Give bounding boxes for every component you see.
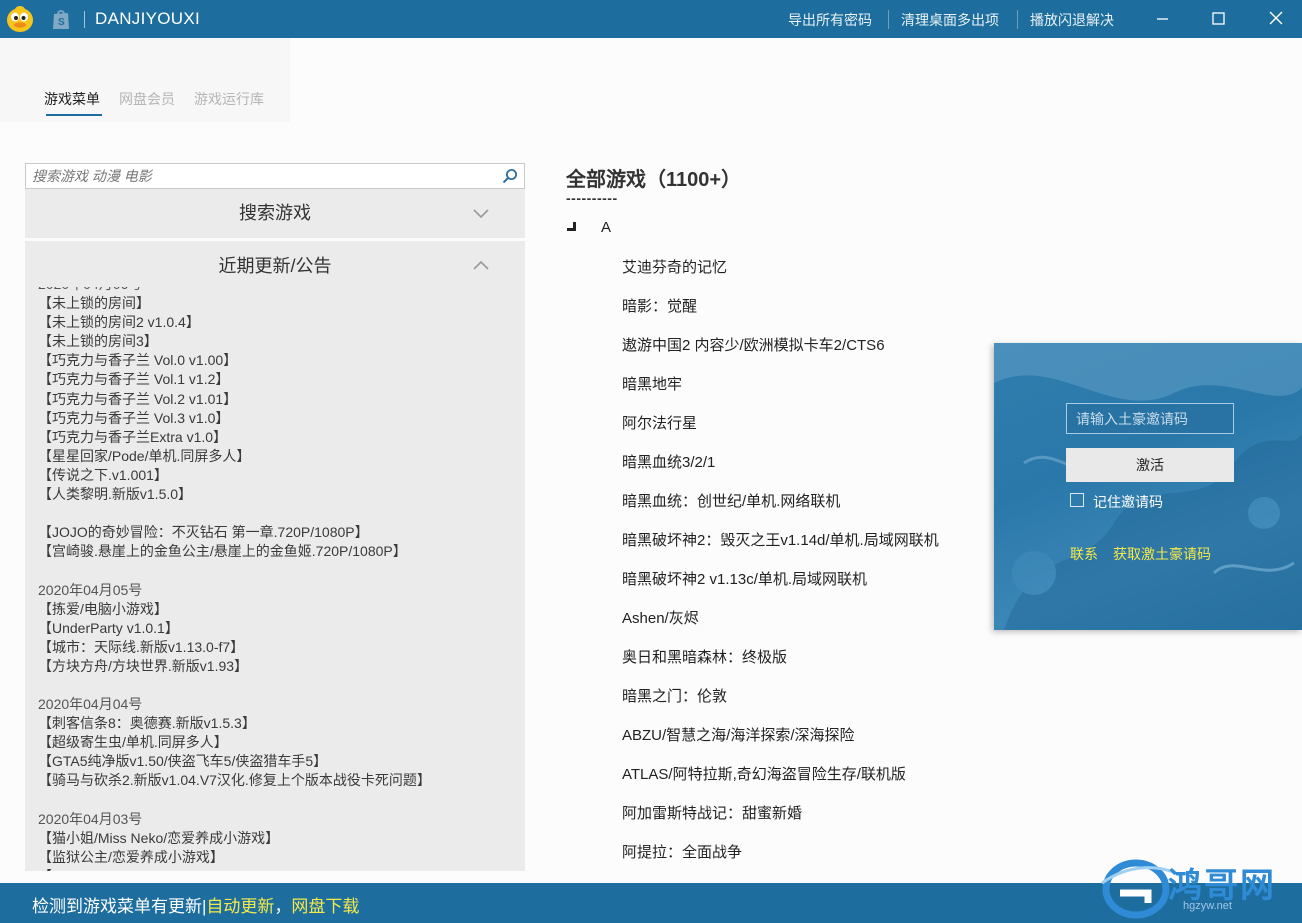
update-date: 2020年04月05号 [38,581,143,598]
game-item[interactable]: 暗黑血统：创世纪/单机.网络联机 [622,490,840,511]
update-item: 【超级寄生虫/单机.同屏多人】 [38,734,228,751]
update-item [38,504,525,523]
update-item: 【星星回家/Pode/单机.同屏多人】 [38,447,251,464]
search-icon[interactable] [502,168,518,184]
update-item: 【宫崎骏.悬崖上的金鱼公主/悬崖上的金鱼姬.720P/1080P】 [38,543,407,560]
auto-update-link[interactable]: 自动更新 [206,897,274,916]
game-item[interactable]: 阿提拉：全面战争 [622,841,742,862]
update-item: 【人类黎明.新版v1.5.0】 [38,486,193,503]
crash-fix-link[interactable]: 播放闪退解决 [1030,10,1114,30]
update-item [38,561,525,580]
search-games-header-label: 搜索游戏 [239,203,311,223]
invite-code-input[interactable] [1066,403,1234,434]
update-item: 【未上锁的房间3】 [38,333,158,350]
anime-background-art [994,343,1302,630]
update-item: 【刺客信条8：奥德赛.新版v1.5.3】 [38,715,256,732]
game-item[interactable]: 暗黑之门：伦敦 [622,685,727,706]
game-item[interactable]: 奥日和黑暗森林：终极版 [622,646,787,667]
updates-list: 2020年04月06号【未上锁的房间】【未上锁的房间2 v1.0.4】【未上锁的… [38,287,525,871]
update-date: 2020年04月06号 [38,287,525,294]
notice-comma: ， [274,897,292,916]
update-item [38,676,525,695]
link-separator [1017,10,1018,29]
get-invite-code-link[interactable]: 获取激土豪请码 [1113,544,1211,564]
update-item: 【未上锁的房间】 [38,295,150,312]
tab-netdisk-member[interactable]: 网盘会员 [119,89,175,109]
tab-runtime-library[interactable]: 游戏运行库 [194,89,264,109]
title-separator [84,11,85,28]
update-item: 【未上锁的房间2 v1.0.4】 [38,314,200,331]
update-item: 【UnderParty v1.0.1】 [38,619,179,636]
updates-panel[interactable]: 2020年04月06号【未上锁的房间】【未上锁的房间2 v1.0.4】【未上锁的… [25,287,525,871]
search-input[interactable] [32,167,492,185]
game-item[interactable]: 遨游中国2 内容少/欧洲模拟卡车2/CTS6 [622,334,885,355]
updates-header[interactable]: 近期更新/公告 [25,241,525,287]
game-item[interactable]: ABZU/智慧之海/海洋探索/深海探险 [622,724,855,745]
watermark-url: hgzyw.net [1183,900,1232,912]
close-icon[interactable] [1262,6,1290,32]
update-item: 【猫小姐/Miss Neko/恋爱养成小游戏】 [38,829,280,846]
activate-button[interactable]: 激活 [1066,448,1234,482]
app-title: DANJIYOUXI [95,9,201,28]
game-item[interactable]: 暗黑地牢 [622,373,682,394]
netdisk-download-link[interactable]: 网盘下载 [291,897,359,916]
shopping-bag-icon: S [53,10,69,29]
clean-desktop-link[interactable]: 清理桌面多出项 [901,10,999,30]
all-games-title: 全部游戏（1100+） [566,169,742,191]
game-item[interactable]: 阿尔法行星 [622,412,697,433]
tab-game-menu[interactable]: 游戏菜单 [44,89,100,109]
game-item[interactable]: Ashen/灰烬 [622,607,699,628]
title-divider: ---------- [566,190,618,206]
chick-logo-icon [7,6,33,32]
remember-code-checkbox[interactable] [1070,493,1084,507]
update-item: 【城市：天际线.新版v1.13.0-f7】 [38,638,245,655]
game-item[interactable]: 暗黑血统3/2/1 [622,451,715,472]
update-item: 【巧克力与香子兰 Vol.1 v1.2】 [38,371,230,388]
active-tab-indicator [46,114,102,116]
update-item: 【巧克力与香子兰Extra v1.0】 [38,428,228,445]
collapse-marker-icon[interactable] [567,222,576,231]
update-item: 【GTA5纯净版v1.50/侠盗飞车5/侠盗猎车手5】 [38,753,328,770]
search-box [25,163,525,189]
update-item: 【传说之下.v1.001】 [38,466,168,483]
contact-link[interactable]: 联系 [1070,544,1098,564]
invite-code-panel: 激活 记住邀请码 联系 获取激土豪请码 [994,343,1302,630]
update-date: 2020年04月03号 [38,810,143,827]
update-item: 【方块方舟/方块世界.新版v1.93】 [38,657,249,674]
minimize-icon[interactable] [1148,6,1176,32]
update-item [38,791,525,810]
update-date: 2020年04月04号 [38,696,143,713]
title-bar: S DANJIYOUXI 导出所有密码 清理桌面多出项 播放闪退解决 [0,0,1302,38]
export-passwords-link[interactable]: 导出所有密码 [788,10,872,30]
update-item: 【巧克力与香子兰 Vol.3 v1.0】 [38,409,230,426]
update-item: 【巧克力与香子兰 Vol.0 v1.00】 [38,352,238,369]
game-item[interactable]: 艾迪芬奇的记忆 [622,256,727,277]
update-item: 【骑马与砍杀2.新版v1.04.V7汉化.修复上个版本战役卡死问题】 [38,772,431,789]
game-item[interactable]: 阿加雷斯特战记：甜蜜新婚 [622,802,802,823]
updates-header-label: 近期更新/公告 [218,256,332,276]
update-notice: 检测到游戏菜单有更新|自动更新，网盘下载 [32,892,359,917]
link-separator [888,10,889,29]
update-message: 检测到游戏菜单有更新| [32,897,207,916]
svg-text:S: S [58,17,65,28]
search-games-header[interactable]: 搜索游戏 [25,189,525,238]
update-item: 【巧克力与香子兰 Vol.2 v1.01】 [38,390,238,407]
chevron-up-icon [473,260,489,270]
tab-strip [0,38,290,122]
update-item: 【监狱公主/恋爱养成小游戏】 [38,848,224,865]
maximize-icon[interactable] [1204,6,1232,32]
letter-heading: A [601,219,612,236]
game-item[interactable]: 暗影：觉醒 [622,295,697,316]
game-item[interactable]: 暗黑破坏神2：毁灭之王v1.14d/单机.局域网联机 [622,529,939,550]
game-item[interactable]: 暗黑破坏神2 v1.13c/单机.局域网联机 [622,568,867,589]
update-item: 【拣爱/电脑小游戏】 [38,600,168,617]
chevron-down-icon [473,209,489,219]
game-item[interactable]: ATLAS/阿特拉斯,奇幻海盗冒险生存/联机版 [622,763,906,784]
remember-code-label: 记住邀请码 [1093,494,1163,510]
update-item: 【... [38,867,525,871]
update-item: 【JOJO的奇妙冒险：不灭钻石 第一章.720P/1080P】 [38,524,369,541]
